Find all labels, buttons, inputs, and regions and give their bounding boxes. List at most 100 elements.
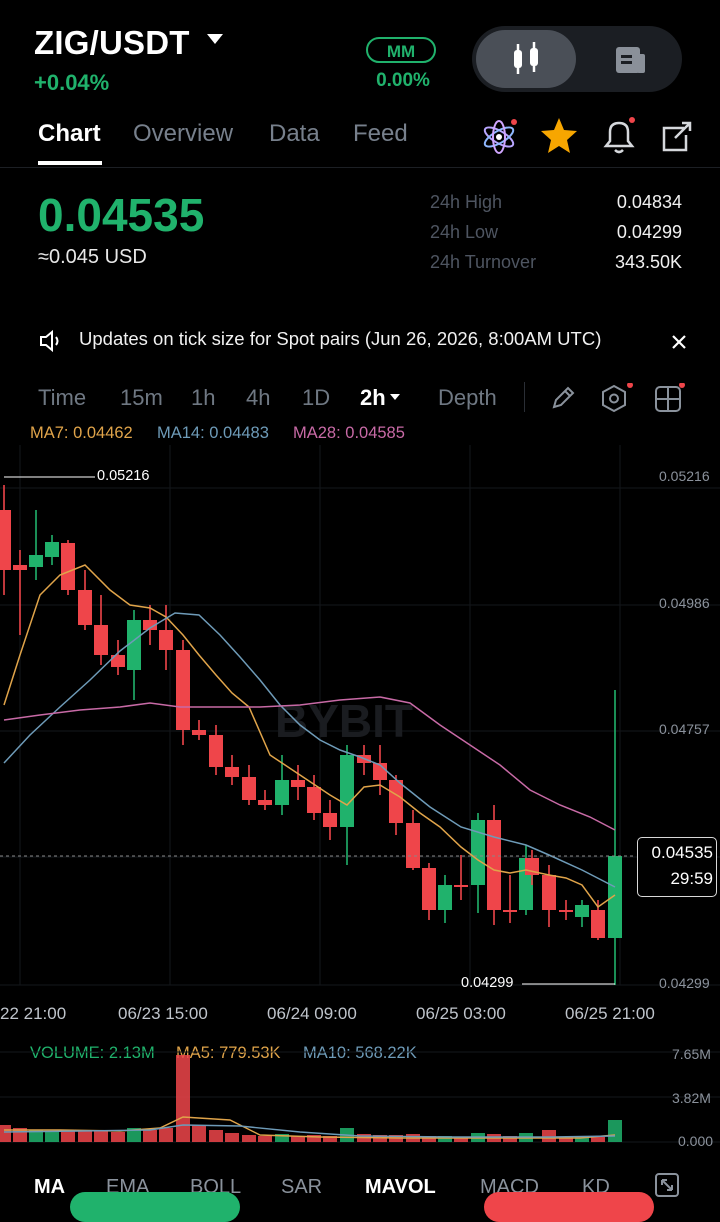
interval-dropdown-caret-icon[interactable] <box>390 394 400 400</box>
candle-12 <box>192 720 206 740</box>
candle-8 <box>127 610 141 700</box>
candle-17 <box>275 755 289 815</box>
active-tab-indicator <box>38 161 102 165</box>
layout-grid-button[interactable] <box>654 382 690 420</box>
x-tick-3: 06/25 03:00 <box>416 1004 506 1023</box>
volume-bar-16 <box>258 1136 272 1142</box>
volume-chart <box>0 1051 720 1143</box>
candle-body-20 <box>323 813 337 827</box>
x-tick-0: 22 21:00 <box>0 1004 67 1023</box>
ma7-legend: MA7: 0.04462 <box>30 424 133 442</box>
bell-icon <box>603 117 635 154</box>
candle-11 <box>176 640 190 745</box>
chart-settings-button[interactable] <box>600 382 636 420</box>
y-tick-2: 0.04757 <box>659 721 710 737</box>
interval-time[interactable]: Time <box>38 385 86 411</box>
price-alert-button[interactable] <box>598 115 640 162</box>
low-marker-label: 0.04299 <box>461 975 514 991</box>
candle-body-1 <box>13 565 27 570</box>
low-24h-label: 24h Low <box>430 222 499 242</box>
turnover-24h-label: 24h Turnover <box>430 252 537 272</box>
tab-feed[interactable]: Feed <box>353 120 408 148</box>
favorite-button[interactable] <box>538 115 580 162</box>
volume-bar-5 <box>78 1131 92 1142</box>
candle-body-19 <box>307 787 321 813</box>
candle-body-35 <box>559 910 573 912</box>
close-icon <box>672 335 686 349</box>
candle-body-14 <box>225 767 239 777</box>
grid-icon <box>655 382 685 412</box>
candle-body-18 <box>291 780 305 787</box>
pair-dropdown-caret-icon[interactable] <box>207 34 223 44</box>
expand-icon <box>655 1173 679 1197</box>
candle-body-36 <box>575 905 589 917</box>
candle-27 <box>438 875 452 923</box>
candle-body-26 <box>422 868 436 910</box>
share-button[interactable] <box>656 115 698 162</box>
y-tick-3: 0.04299 <box>659 975 710 991</box>
volume-bar-11 <box>176 1055 190 1142</box>
header-divider <box>0 167 720 168</box>
y-tick-1: 0.04986 <box>659 595 710 611</box>
order-book-view-button[interactable] <box>600 30 664 88</box>
star-icon <box>541 118 577 153</box>
candle-2 <box>29 510 43 580</box>
x-tick-4: 06/25 21:00 <box>565 1004 655 1023</box>
indicator-tab-ma[interactable]: MA <box>34 1176 65 1199</box>
candle-body-29 <box>471 820 485 885</box>
interval-1h[interactable]: 1h <box>191 385 215 411</box>
volume-bar-10 <box>159 1128 173 1142</box>
volume-bar-7 <box>111 1132 125 1142</box>
candle-26 <box>422 863 436 920</box>
announcement-text[interactable]: Updates on tick size for Spot pairs (Jun… <box>79 328 601 350</box>
volume-bar-12 <box>192 1125 206 1142</box>
tab-overview[interactable]: Overview <box>133 120 233 148</box>
interval-2h[interactable]: 2h <box>360 385 386 411</box>
sell-button[interactable] <box>484 1192 654 1222</box>
pencil-icon <box>552 386 575 409</box>
candle-body-8 <box>127 620 141 670</box>
pair-title[interactable]: ZIG/USDT <box>34 24 190 62</box>
candlestick-view-button[interactable] <box>476 30 576 88</box>
document-view-icon <box>616 47 645 73</box>
ma28-legend: MA28: 0.04585 <box>293 424 405 442</box>
draw-tool-button[interactable] <box>549 384 577 417</box>
buy-button[interactable] <box>70 1192 240 1222</box>
volume-bar-33 <box>542 1130 556 1142</box>
volume-bar-3 <box>45 1132 59 1142</box>
candle-body-2 <box>29 555 43 567</box>
candle-30 <box>487 805 501 925</box>
interval-4h[interactable]: 4h <box>246 385 270 411</box>
close-notice-button[interactable] <box>669 332 689 357</box>
candle-body-30 <box>487 820 501 910</box>
speaker-icon <box>38 329 64 358</box>
mm-badge[interactable]: MM <box>366 37 436 63</box>
tab-data[interactable]: Data <box>269 120 320 148</box>
usd-equivalent: ≈0.045 USD <box>38 246 147 268</box>
ai-atom-button[interactable] <box>478 116 520 163</box>
candle-body-13 <box>209 735 223 767</box>
candle-13 <box>209 725 223 775</box>
indicator-tab-sar[interactable]: SAR <box>281 1176 322 1199</box>
tab-chart[interactable]: Chart <box>38 120 101 148</box>
candle-body-31 <box>503 910 517 912</box>
volume-bars <box>0 1055 622 1142</box>
share-icon <box>662 121 692 152</box>
price-change-percent: +0.04% <box>34 70 110 95</box>
interval-depth[interactable]: Depth <box>438 385 497 411</box>
candle-4 <box>61 540 75 595</box>
volume-axis-zero: 0.000 <box>678 1133 714 1149</box>
candle-body-4 <box>61 543 75 590</box>
indicator-tab-mavol[interactable]: MAVOL <box>365 1176 436 1199</box>
high-24h-label: 24h High <box>430 192 503 212</box>
expand-chart-button[interactable] <box>654 1172 680 1203</box>
candlestick-chart[interactable]: BYBIT <box>0 445 720 1005</box>
hexagon-settings-icon <box>602 382 633 413</box>
candle-body-16 <box>258 800 272 805</box>
turnover-24h-value: 343.50K <box>614 252 682 272</box>
candle-body-34 <box>542 875 556 910</box>
interval-1d[interactable]: 1D <box>302 385 330 411</box>
interval-15m[interactable]: 15m <box>120 385 163 411</box>
volume-bar-15 <box>242 1135 256 1142</box>
candle-body-38 <box>608 856 622 938</box>
